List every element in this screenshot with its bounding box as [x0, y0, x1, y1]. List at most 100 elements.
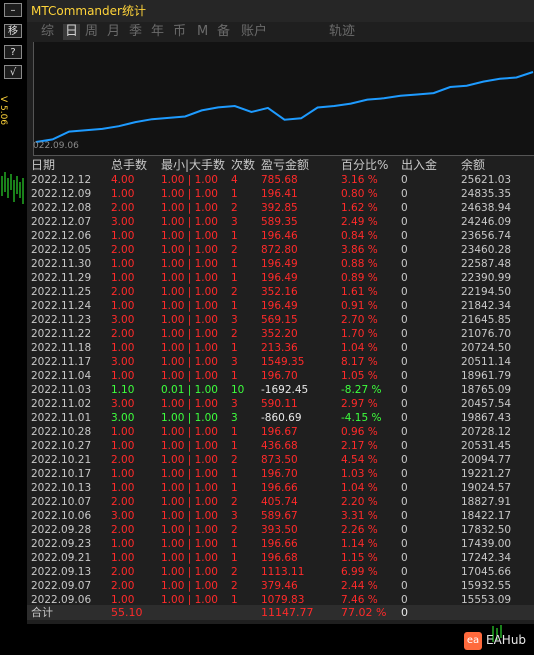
cell-pct: 2.97 %: [341, 398, 378, 410]
total-label: 合计: [31, 606, 53, 619]
cell-balance: 20094.77: [461, 454, 512, 466]
cell-minmax: 1.00 | 1.00: [161, 258, 218, 270]
cell-minmax: 1.00 | 1.00: [161, 524, 218, 536]
equity-curve: [35, 71, 534, 143]
cell-flow: 0: [401, 314, 408, 326]
table-row: 2022.11.22 2.00 1.00 | 1.00 2 352.20 1.70 % 0 2…: [27, 327, 534, 341]
cell-pct: 1.61 %: [341, 286, 378, 298]
cell-flow: 0: [401, 398, 408, 410]
tab-1[interactable]: 日: [63, 24, 81, 40]
table-row: 2022.12.08 2.00 1.00 | 1.00 2 392.85 1.62 % 0 2…: [27, 201, 534, 215]
column-header: 日期: [31, 158, 56, 172]
cell-date: 2022.09.21: [31, 552, 92, 564]
cell-count: 1: [231, 258, 238, 270]
cell-count: 1: [231, 538, 238, 550]
cell-count: 2: [231, 580, 238, 592]
cell-flow: 0: [401, 496, 408, 508]
cell-date: 2022.10.28: [31, 426, 92, 438]
cell-lots: 2.00: [111, 524, 135, 536]
cell-balance: 20724.50: [461, 342, 512, 354]
cell-count: 3: [231, 216, 238, 228]
cell-date: 2022.11.02: [31, 398, 92, 410]
eahub-logo: ea EAHub: [464, 632, 530, 650]
table-row: 2022.11.30 1.00 1.00 | 1.00 1 196.49 0.88 % 0 2…: [27, 257, 534, 271]
cell-balance: 20511.14: [461, 356, 512, 368]
cell-lots: 1.00: [111, 300, 135, 312]
chart-start-date: 022.09.06: [33, 141, 79, 151]
cell-balance: 15932.55: [461, 580, 512, 592]
cell-flow: 0: [401, 188, 408, 200]
cell-pnl: 569.15: [261, 314, 298, 326]
cell-date: 2022.10.17: [31, 468, 92, 480]
minimize-button[interactable]: –: [4, 3, 22, 17]
cell-count: 1: [231, 440, 238, 452]
tab-7[interactable]: M: [197, 24, 208, 40]
cell-pct: 1.70 %: [341, 328, 378, 340]
check-button[interactable]: √: [4, 65, 22, 79]
table-row: 2022.09.23 1.00 1.00 | 1.00 1 196.66 1.14 % 0 1…: [27, 537, 534, 551]
cell-minmax: 1.00 | 1.00: [161, 244, 218, 256]
cell-flow: 0: [401, 272, 408, 284]
cell-minmax: 1.00 | 1.00: [161, 412, 218, 424]
cell-flow: 0: [401, 426, 408, 438]
window-title[interactable]: MTCommander统计: [27, 0, 534, 22]
cell-pnl: 196.70: [261, 468, 298, 480]
move-button[interactable]: 移: [4, 24, 22, 38]
tab-8[interactable]: 备: [217, 24, 230, 40]
cell-balance: 19867.43: [461, 412, 512, 424]
cell-flow: 0: [401, 440, 408, 452]
table-row: 2022.10.27 1.00 1.00 | 1.00 1 436.68 2.17 % 0 2…: [27, 439, 534, 453]
tab-3[interactable]: 月: [107, 24, 120, 40]
cell-date: 2022.12.06: [31, 230, 92, 242]
cell-minmax: 1.00 | 1.00: [161, 426, 218, 438]
cell-minmax: 1.00 | 1.00: [161, 370, 218, 382]
cell-pct: 1.14 %: [341, 538, 378, 550]
tab-2[interactable]: 周: [85, 24, 98, 40]
cell-date: 2022.09.23: [31, 538, 92, 550]
cell-count: 3: [231, 356, 238, 368]
eahub-logo-text: EAHub: [486, 633, 527, 647]
tab-0[interactable]: 综: [41, 24, 54, 40]
cell-pct: -4.15 %: [341, 412, 382, 424]
cell-lots: 2.00: [111, 454, 135, 466]
table-row: 2022.10.21 2.00 1.00 | 1.00 2 873.50 4.54 % 0 2…: [27, 453, 534, 467]
cell-lots: 3.00: [111, 510, 135, 522]
cell-pnl: 392.85: [261, 202, 298, 214]
cell-lots: 2.00: [111, 286, 135, 298]
cell-count: 1: [231, 342, 238, 354]
cell-count: 1: [231, 552, 238, 564]
cell-balance: 21076.70: [461, 328, 512, 340]
tab-6[interactable]: 币: [173, 24, 186, 40]
total-row: 合计 55.10 11147.77 77.02 % 0: [27, 605, 534, 620]
eahub-logo-icon: ea: [464, 632, 482, 650]
tab-9[interactable]: 账户: [241, 24, 267, 40]
column-header: 出入金: [401, 158, 438, 172]
cell-minmax: 1.00 | 1.00: [161, 216, 218, 228]
cell-minmax: 1.00 | 1.00: [161, 538, 218, 550]
cell-pct: 3.16 %: [341, 174, 378, 186]
cell-lots: 1.00: [111, 482, 135, 494]
cell-date: 2022.11.24: [31, 300, 92, 312]
cell-pct: 0.88 %: [341, 258, 378, 270]
cell-lots: 1.00: [111, 370, 135, 382]
cell-minmax: 1.00 | 1.00: [161, 328, 218, 340]
cell-lots: 3.00: [111, 398, 135, 410]
total-pct: 77.02 %: [341, 606, 387, 619]
table-row: 2022.09.21 1.00 1.00 | 1.00 1 196.68 1.15 % 0 1…: [27, 551, 534, 565]
tab-4[interactable]: 季: [129, 24, 142, 40]
column-header: 余额: [461, 158, 486, 172]
cell-balance: 22194.50: [461, 286, 512, 298]
cell-minmax: 1.00 | 1.00: [161, 314, 218, 326]
tab-5[interactable]: 年: [151, 24, 164, 40]
cell-date: 2022.10.27: [31, 440, 92, 452]
cell-pnl: 436.68: [261, 440, 298, 452]
cell-pnl: 196.46: [261, 230, 298, 242]
cell-lots: 2.00: [111, 202, 135, 214]
cell-flow: 0: [401, 580, 408, 592]
help-button[interactable]: ?: [4, 45, 22, 59]
cell-pct: 1.15 %: [341, 552, 378, 564]
tab-10[interactable]: 轨迹: [329, 24, 355, 40]
column-header: 百分比%: [341, 158, 389, 172]
cell-pnl: 405.74: [261, 496, 298, 508]
cell-lots: 1.00: [111, 230, 135, 242]
